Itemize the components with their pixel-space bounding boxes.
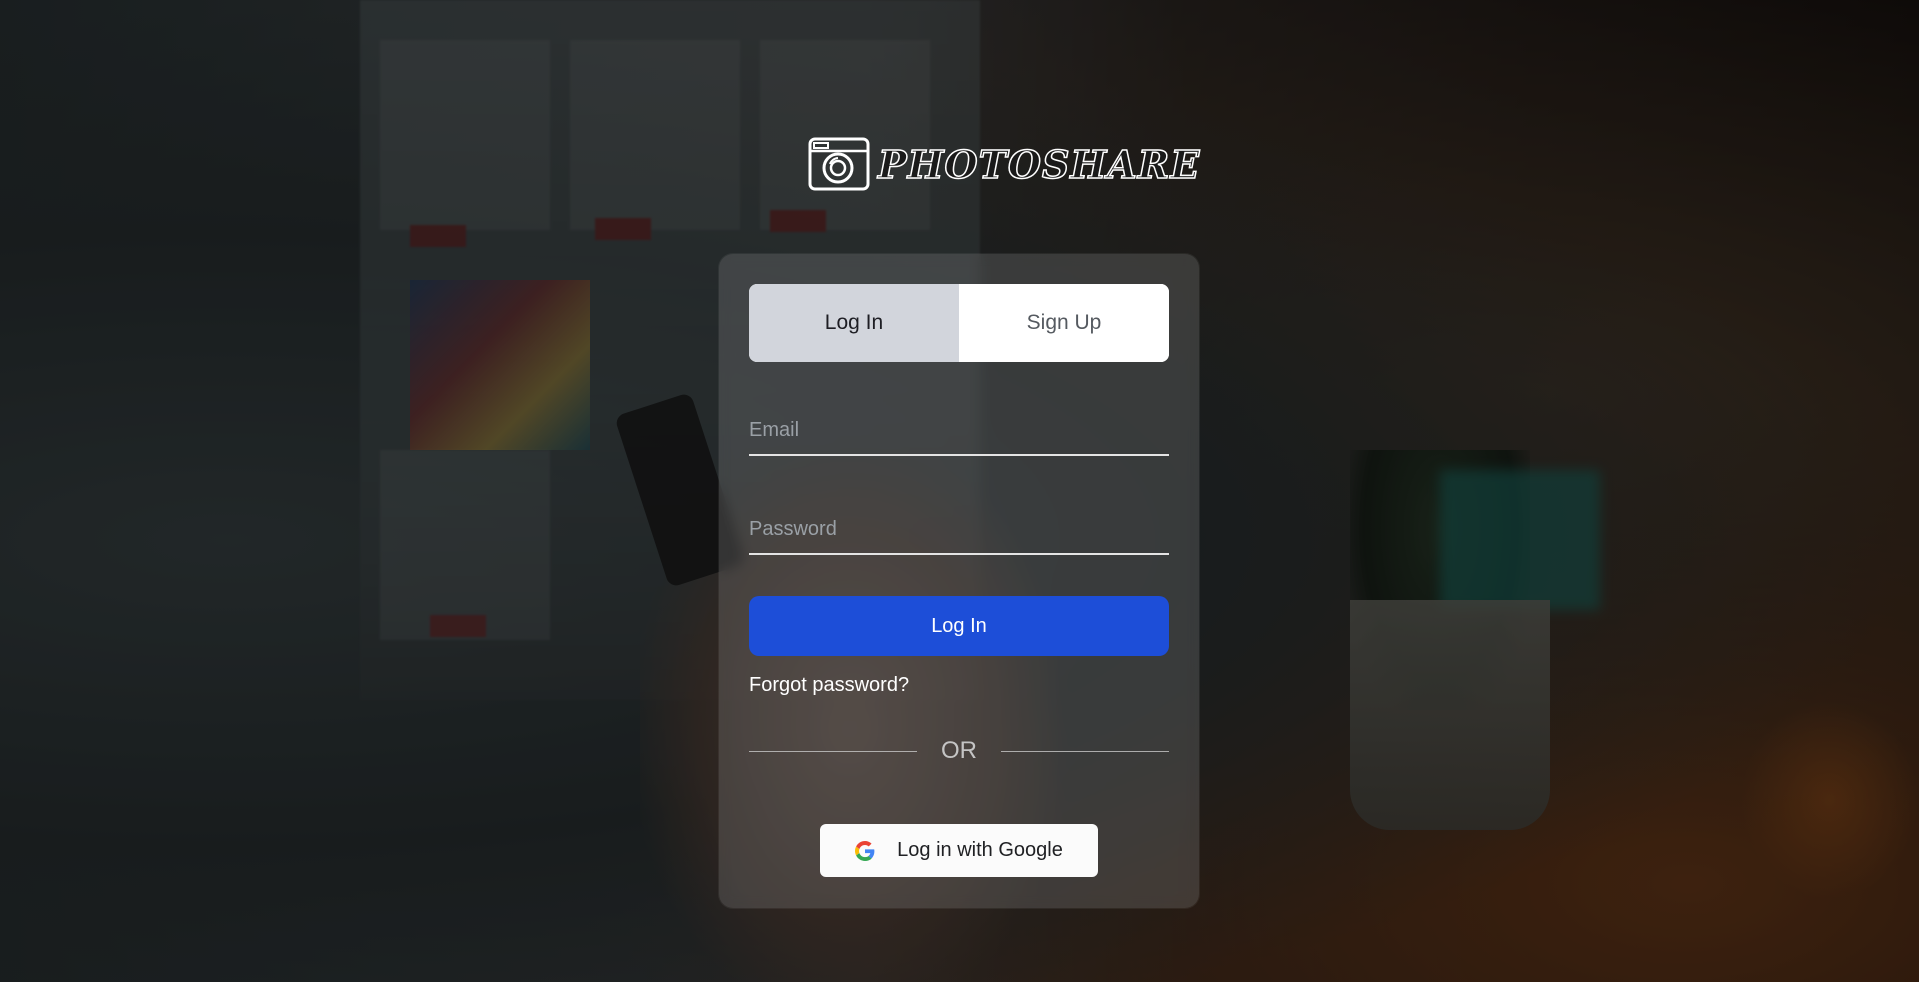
log-in-button[interactable]: Log In: [749, 596, 1169, 656]
or-divider: OR: [749, 736, 1169, 766]
google-icon: [855, 840, 875, 861]
brand-logo: PHOTOSHARE: [808, 136, 1200, 192]
auth-tabs: Log In Sign Up: [749, 284, 1169, 362]
forgot-password-link[interactable]: Forgot password?: [749, 674, 909, 697]
google-login-label: Log in with Google: [897, 839, 1063, 861]
divider-line-left: [749, 750, 917, 752]
email-field[interactable]: [749, 406, 1169, 456]
auth-panel: Log In Sign Up Log In Forgot password? O…: [719, 254, 1199, 908]
divider-line-right: [1001, 750, 1169, 752]
google-login-button[interactable]: Log in with Google: [820, 824, 1098, 877]
or-label: OR: [941, 737, 977, 764]
password-field[interactable]: [749, 505, 1169, 555]
tab-sign-up[interactable]: Sign Up: [959, 284, 1169, 362]
brand-name: PHOTOSHARE: [877, 141, 1201, 188]
tab-log-in[interactable]: Log In: [749, 284, 959, 362]
camera-icon: [808, 137, 870, 191]
